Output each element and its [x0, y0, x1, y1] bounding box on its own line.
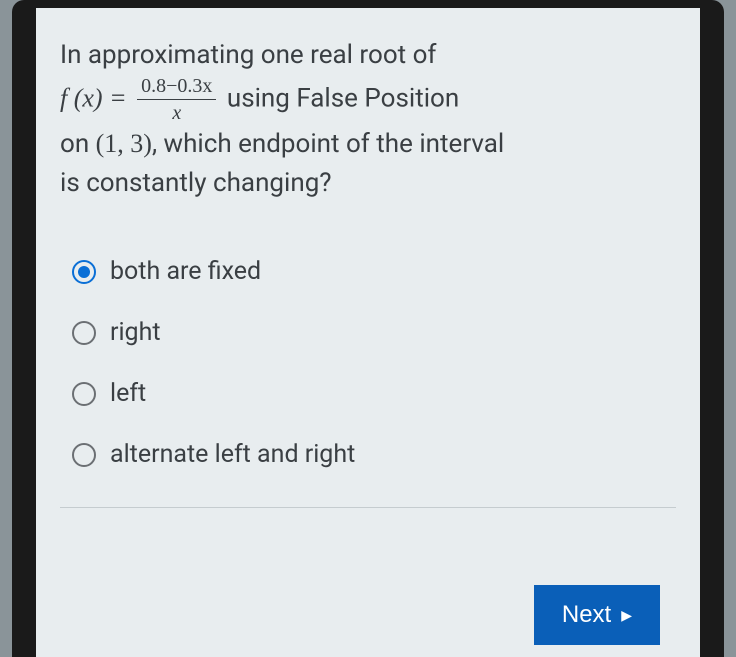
question-line2-rest: using False Position: [220, 83, 459, 113]
quiz-screen: In approximating one real root of f (x) …: [36, 8, 700, 657]
question-line2: f (x) = 0.8−0.3xx using False Position: [60, 75, 676, 124]
fraction-denominator: x: [137, 100, 216, 124]
option-label: right: [110, 318, 161, 347]
option-both-fixed[interactable]: both are fixed: [72, 241, 676, 302]
question-line4: is constantly changing?: [60, 164, 676, 203]
chevron-right-icon: ▶: [621, 607, 632, 624]
question-line3: on (1, 3), which endpoint of the interva…: [60, 124, 676, 164]
function-lhs: f (x) =: [60, 83, 133, 112]
options-group: both are fixed right left alternate left…: [72, 241, 676, 485]
question-text: In approximating one real root of f (x) …: [60, 36, 676, 203]
option-label: left: [110, 379, 146, 408]
question-line3a: on: [60, 129, 96, 159]
question-line1: In approximating one real root of: [60, 36, 676, 75]
radio-icon: [72, 443, 96, 467]
fraction-numerator: 0.8−0.3x: [137, 75, 216, 100]
option-alternate[interactable]: alternate left and right: [72, 424, 676, 485]
next-button[interactable]: Next ▶: [534, 585, 660, 645]
option-right[interactable]: right: [72, 302, 676, 363]
question-line3b: , which endpoint of the interval: [152, 129, 504, 159]
option-label: alternate left and right: [110, 440, 355, 469]
phone-frame: In approximating one real root of f (x) …: [12, 0, 724, 657]
next-button-label: Next: [562, 601, 611, 629]
radio-icon: [72, 382, 96, 406]
option-label: both are fixed: [110, 257, 261, 286]
interval: (1, 3): [96, 129, 152, 158]
radio-icon: [72, 260, 96, 284]
option-left[interactable]: left: [72, 363, 676, 424]
radio-icon: [72, 321, 96, 345]
divider: [60, 507, 676, 508]
fraction: 0.8−0.3xx: [137, 75, 216, 124]
